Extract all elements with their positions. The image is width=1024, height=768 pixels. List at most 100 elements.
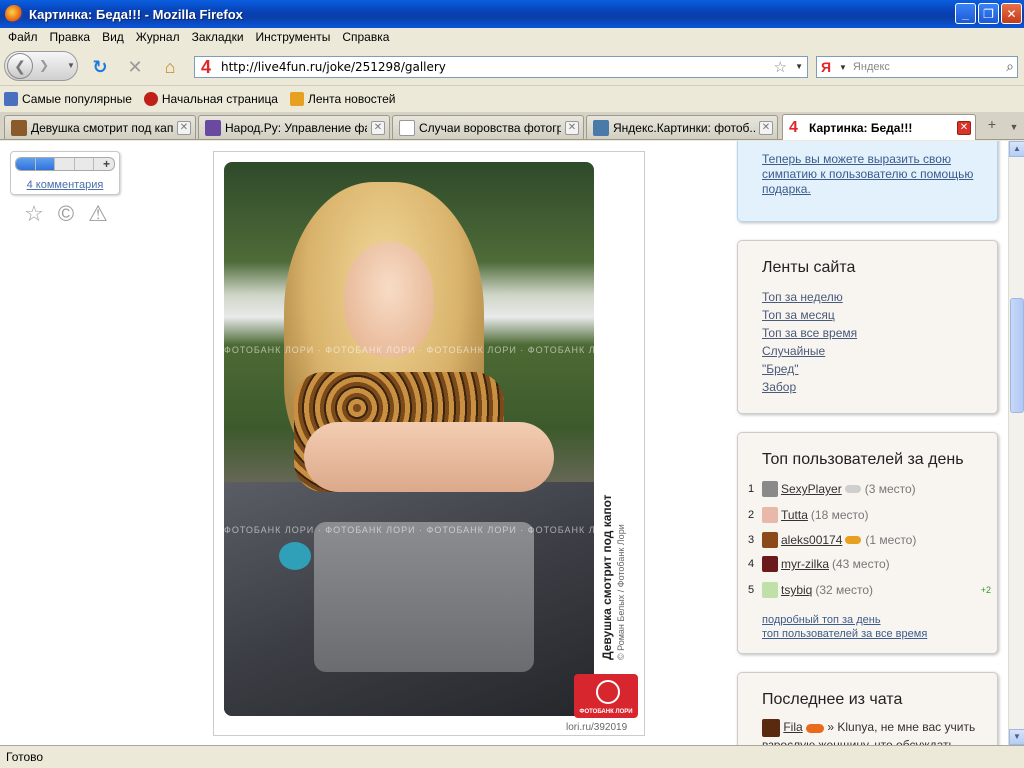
tab-list-icon[interactable]: ▼ (1006, 116, 1022, 138)
action-icons: ☆ © ⚠ (22, 201, 110, 227)
rating-segment[interactable] (75, 158, 95, 170)
maximize-button[interactable]: ❐ (978, 3, 999, 24)
menu-view[interactable]: Вид (96, 30, 130, 44)
menu-edit[interactable]: Правка (44, 30, 97, 44)
bookmark-most-visited[interactable]: Самые популярные (4, 92, 132, 106)
photo-engine-cover (314, 522, 534, 672)
comments-link[interactable]: 4 комментария (11, 179, 119, 191)
bookmark-news-feed[interactable]: Лента новостей (289, 92, 395, 106)
address-bar[interactable]: 4 http://live4fun.ru/joke/251298/gallery… (194, 56, 808, 78)
chat-box: Последнее из чата Fila » Klunya, не мне … (737, 672, 998, 745)
tab-photo-theft[interactable]: Случаи воровства фотогр... ✕ (392, 115, 584, 139)
firefox-icon (5, 5, 23, 23)
close-icon[interactable]: ✕ (957, 120, 971, 135)
top-users-title: Топ пользователей за день (762, 451, 964, 468)
user-link[interactable]: myr-zilka (781, 557, 829, 571)
tab-yandex-images[interactable]: Яндекс.Картинки: фотоб... ✕ (586, 115, 778, 139)
search-input[interactable]: Яндекс (853, 61, 890, 73)
close-icon[interactable]: ✕ (565, 120, 579, 135)
site-feeds-box: Ленты сайта Топ за неделю Топ за месяц Т… (737, 240, 998, 414)
bookmark-start-page[interactable]: Начальная страница (143, 92, 278, 106)
search-icon[interactable]: ⌕ (1006, 58, 1014, 75)
warning-icon[interactable]: ⚠ (86, 201, 110, 227)
menu-tools[interactable]: Инструменты (250, 30, 337, 44)
top-users-box: Топ пользователей за день 1 SexyPlayer (… (737, 432, 998, 654)
feed-top-all-time[interactable]: Топ за все время (762, 324, 857, 342)
feed-top-month[interactable]: Топ за месяц (762, 306, 857, 324)
search-bar[interactable]: Я ▼ Яндекс ⌕ (816, 56, 1018, 78)
chat-user-link[interactable]: Fila (783, 720, 802, 734)
home-icon[interactable]: ⌂ (160, 57, 180, 77)
scroll-up-icon[interactable]: ▲ (1009, 141, 1024, 157)
tab-bar: Девушка смотрит под кап... ✕ Народ.Ру: У… (0, 112, 1024, 140)
navigation-toolbar: ❮ ❯ ▼ ↻ ✕ ⌂ 4 http://live4fun.ru/joke/25… (0, 46, 1024, 86)
top-user-row: 2 Tutta (18 место) (748, 507, 869, 523)
menu-help[interactable]: Справка (336, 30, 395, 44)
star-icon[interactable]: ☆ (22, 201, 46, 227)
rating-bar[interactable]: + (15, 157, 115, 171)
feed-random[interactable]: Случайные (762, 342, 857, 360)
menu-bookmarks[interactable]: Закладки (186, 30, 250, 44)
avatar[interactable] (762, 507, 778, 523)
avatar[interactable] (762, 582, 778, 598)
user-link[interactable]: Tutta (781, 508, 808, 522)
copyright-icon[interactable]: © (54, 201, 78, 227)
menu-file[interactable]: Файл (2, 30, 44, 44)
gift-icon (845, 536, 862, 544)
avatar[interactable] (762, 719, 780, 737)
feed-nonsense[interactable]: "Бред" (762, 360, 857, 378)
stop-icon[interactable]: ✕ (125, 57, 145, 77)
menu-history[interactable]: Журнал (130, 30, 186, 44)
url-text[interactable]: http://live4fun.ru/joke/251298/gallery (221, 60, 446, 74)
top-user-row: 5 tsybiq (32 место) (748, 582, 873, 598)
daily-top-link[interactable]: подробный топ за день (762, 613, 927, 627)
url-dropdown-icon[interactable]: ▼ (795, 62, 803, 71)
tab-girl-under-hood[interactable]: Девушка смотрит под кап... ✕ (4, 115, 196, 139)
avatar[interactable] (762, 556, 778, 572)
rating-segment[interactable] (55, 158, 75, 170)
user-link[interactable]: aleks00174 (781, 533, 842, 547)
feed-top-week[interactable]: Топ за неделю (762, 288, 857, 306)
search-engine-dropdown-icon[interactable]: ▼ (839, 63, 847, 72)
back-forward-group: ❮ ❯ ▼ (4, 51, 78, 81)
new-tab-icon[interactable]: + (982, 116, 1002, 138)
bookmark-star-icon[interactable]: ☆ (774, 58, 787, 76)
rating-plus-icon[interactable]: + (103, 158, 110, 170)
window-title: Картинка: Беда!!! - Mozilla Firefox (29, 6, 243, 22)
chat-title: Последнее из чата (762, 691, 903, 708)
forward-button[interactable]: ❯ (39, 58, 49, 72)
rating-segment[interactable] (35, 158, 56, 170)
scrollbar-thumb[interactable] (1010, 298, 1024, 413)
back-button[interactable]: ❮ (7, 53, 33, 79)
tab-narod-ru[interactable]: Народ.Ру: Управление фа... ✕ (198, 115, 390, 139)
vertical-scrollbar[interactable]: ▲ ▼ (1008, 141, 1024, 745)
photo-frame: ФОТОБАНК ЛОРИ · ФОТОБАНК ЛОРИ · ФОТОБАНК… (213, 151, 645, 736)
close-icon[interactable]: ✕ (759, 120, 773, 135)
close-icon[interactable]: ✕ (371, 120, 385, 135)
avatar[interactable] (762, 532, 778, 548)
tab-favicon: 4 (789, 118, 798, 136)
tab-kartinka-beda[interactable]: 4 Картинка: Беда!!! ✕ (782, 114, 976, 140)
rating-segment[interactable] (16, 158, 36, 170)
all-time-top-link[interactable]: топ пользователей за все время (762, 627, 927, 641)
feed-fence[interactable]: Забор (762, 378, 857, 396)
close-button[interactable]: ✕ (1001, 3, 1022, 24)
rating-widget: + 4 комментария (10, 151, 120, 195)
scroll-down-icon[interactable]: ▼ (1009, 729, 1024, 745)
history-dropdown-icon[interactable]: ▼ (67, 61, 75, 70)
main-photo[interactable]: ФОТОБАНК ЛОРИ · ФОТОБАНК ЛОРИ · ФОТОБАНК… (224, 162, 594, 716)
close-icon[interactable]: ✕ (177, 120, 191, 135)
reload-icon[interactable]: ↻ (90, 57, 110, 77)
yandex-icon[interactable]: Я (821, 59, 837, 75)
site-favicon: 4 (200, 57, 211, 77)
tab-favicon (593, 119, 609, 136)
user-link[interactable]: tsybiq (781, 583, 812, 597)
search-page-icon (4, 92, 18, 106)
user-link[interactable]: SexyPlayer (781, 482, 842, 496)
avatar[interactable] (762, 481, 778, 497)
minimize-button[interactable]: _ (955, 3, 976, 24)
photo-coolant-cap (279, 542, 311, 570)
gift-promo-link[interactable]: Теперь вы можете выразить свою симпатию … (762, 152, 990, 197)
caption-title: Девушка смотрит под капот (600, 494, 614, 660)
chat-message: Fila » Klunya, не мне вас учить взрослую… (762, 719, 992, 745)
